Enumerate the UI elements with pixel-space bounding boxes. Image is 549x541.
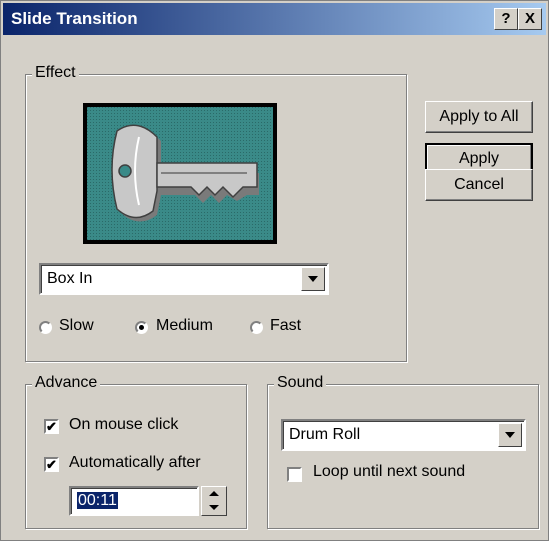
apply-to-all-button[interactable]: Apply to All (425, 101, 533, 133)
sound-dropdown-button[interactable] (498, 423, 522, 447)
transition-preview[interactable] (83, 103, 277, 244)
advance-time-selected: 00:11 (77, 492, 118, 509)
key-icon (87, 107, 273, 240)
spin-down-icon[interactable] (202, 501, 226, 515)
speed-medium-label[interactable]: Medium (156, 317, 213, 335)
speed-fast-label[interactable]: Fast (270, 317, 301, 335)
auto-after-label[interactable]: Automatically after (69, 454, 201, 472)
speed-fast-radio[interactable] (250, 321, 263, 334)
loop-sound-checkbox[interactable] (287, 467, 302, 482)
speed-slow-radio[interactable] (39, 321, 52, 334)
loop-sound-label[interactable]: Loop until next sound (313, 463, 465, 481)
help-button[interactable]: ? (494, 8, 518, 30)
sound-select[interactable]: Drum Roll (281, 419, 526, 451)
auto-after-checkbox[interactable]: ✔ (44, 457, 59, 472)
speed-slow-label[interactable]: Slow (59, 317, 94, 335)
title-bar[interactable]: Slide Transition ? X (3, 3, 546, 35)
spin-up-icon[interactable] (202, 487, 226, 501)
on-mouse-click-label[interactable]: On mouse click (69, 416, 178, 434)
sound-group: Sound (267, 374, 539, 529)
advance-time-value: 00:11 (77, 492, 118, 510)
cancel-button[interactable]: Cancel (425, 169, 533, 201)
on-mouse-click-checkbox[interactable]: ✔ (44, 419, 59, 434)
effect-dropdown-button[interactable] (301, 267, 325, 291)
window-title: Slide Transition (11, 9, 138, 28)
effect-select-value: Box In (47, 270, 93, 287)
effect-legend: Effect (32, 64, 79, 82)
close-button[interactable]: X (518, 8, 542, 30)
effect-select[interactable]: Box In (39, 263, 329, 295)
slide-transition-dialog: Slide Transition ? X Effect Box In Slow … (0, 0, 549, 541)
speed-medium-radio[interactable] (135, 321, 148, 334)
advance-time-input[interactable]: 00:11 (69, 486, 199, 516)
advance-time-spinner[interactable] (201, 486, 227, 516)
advance-legend: Advance (32, 374, 101, 392)
sound-select-value: Drum Roll (289, 426, 361, 443)
sound-legend: Sound (274, 374, 327, 392)
